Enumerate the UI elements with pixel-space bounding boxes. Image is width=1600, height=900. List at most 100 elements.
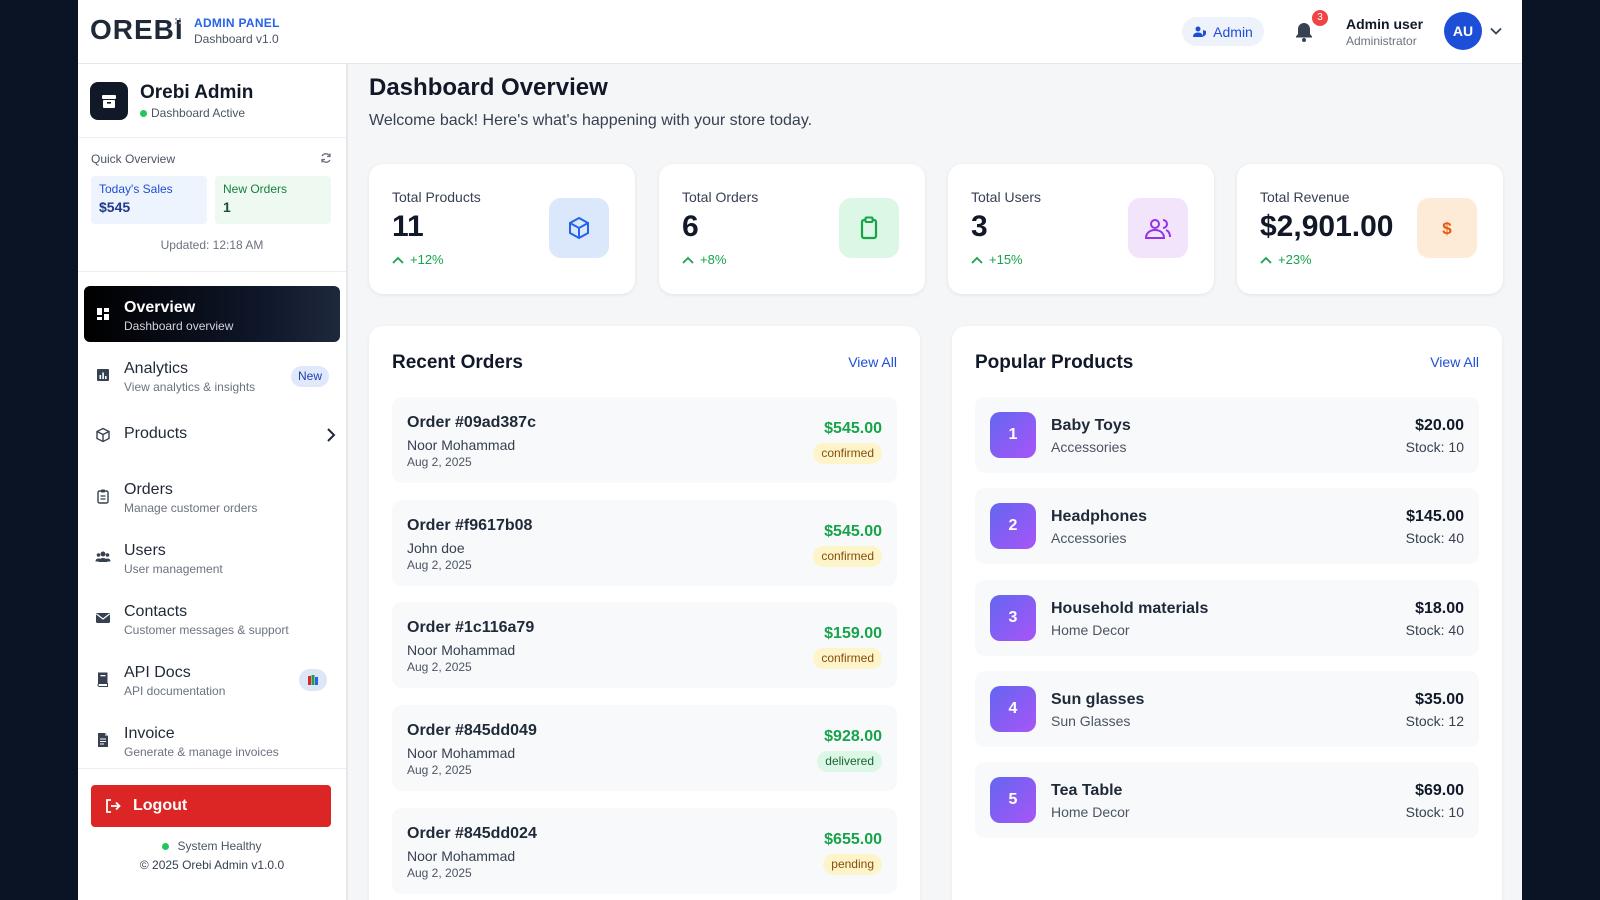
order-row[interactable]: Order #f9617b08 John doe Aug 2, 2025 $54…: [392, 500, 897, 586]
order-row[interactable]: Order #09ad387c Noor Mohammad Aug 2, 202…: [392, 397, 897, 483]
product-price: $145.00: [1406, 508, 1464, 525]
product-category: Accessories: [1051, 439, 1127, 455]
sidebar-item-orders[interactable]: Orders Manage customer orders: [84, 468, 340, 524]
sidebar-item-desc: Dashboard overview: [124, 319, 234, 333]
stat-label: Total Revenue: [1260, 189, 1350, 205]
logo-dots-icon: [175, 18, 183, 28]
stat-value: 11: [392, 210, 424, 243]
sidebar-item-users[interactable]: Users User management: [84, 529, 340, 585]
status-dot-icon: [140, 109, 147, 117]
sidebar: Orebi Admin Dashboard Active Quick Overv…: [78, 64, 348, 900]
sidebar-item-api-docs[interactable]: API Docs API documentation: [84, 651, 340, 707]
product-name: Household materials: [1051, 600, 1209, 617]
status-dot-icon: [162, 842, 170, 850]
stat-change-value: +12%: [410, 252, 444, 267]
product-rank: 5: [990, 777, 1036, 823]
user-role: Administrator: [1346, 34, 1417, 48]
clipboard-icon: [97, 489, 109, 504]
popular-products-title: Popular Products: [975, 352, 1134, 373]
stat-label: Total Products: [392, 189, 481, 205]
clipboard-icon: [839, 198, 899, 258]
product-category: Home Decor: [1051, 804, 1130, 820]
stat-card-users[interactable]: Total Users 3 +15%: [948, 164, 1214, 294]
bell-icon[interactable]: [1295, 22, 1313, 42]
sidebar-item-label: Analytics: [124, 360, 189, 377]
stat-value: $2,901.00: [1260, 210, 1394, 243]
box-icon: [96, 427, 110, 443]
chevron-up-icon: [682, 256, 694, 264]
notification-badge: 3: [1312, 10, 1328, 26]
order-row[interactable]: Order #845dd049 Noor Mohammad Aug 2, 202…: [392, 705, 897, 791]
stat-card-revenue[interactable]: Total Revenue $2,901.00 +23% $: [1237, 164, 1503, 294]
copyright: © 2025 Orebi Admin v1.0.0: [139, 858, 285, 872]
product-row[interactable]: 4 Sun glasses Sun Glasses $35.00 Stock: …: [975, 671, 1479, 747]
avatar[interactable]: AU: [1444, 12, 1482, 50]
admin-role-label: Admin: [1213, 23, 1253, 40]
sidebar-item-contacts[interactable]: Contacts Customer messages & support: [84, 590, 340, 646]
product-price: $35.00: [1415, 691, 1464, 708]
product-stock: Stock: 10: [1405, 439, 1464, 455]
new-orders-value: 1: [223, 199, 231, 215]
product-category: Home Decor: [1051, 622, 1130, 638]
todays-sales-label: Today's Sales: [99, 182, 173, 196]
top-header: OREBI ADMIN PANEL Dashboard v1.0 Admin 3…: [78, 0, 1522, 64]
order-amount: $545.00: [824, 420, 882, 437]
logout-button[interactable]: Logout: [91, 785, 331, 827]
logout-label: Logout: [133, 797, 188, 814]
product-rank: 2: [990, 503, 1036, 549]
chevron-up-icon: [392, 256, 404, 264]
sidebar-item-desc: API documentation: [124, 684, 226, 698]
book-icon: [97, 672, 108, 687]
product-stock: Stock: 12: [1405, 713, 1464, 729]
divider: [78, 137, 346, 138]
stat-change: +8%: [682, 252, 726, 267]
user-name: Admin user: [1346, 16, 1424, 32]
product-name: Headphones: [1051, 508, 1148, 525]
product-name: Tea Table: [1051, 782, 1123, 799]
stat-value: 6: [682, 210, 699, 243]
recent-orders-view-all-link[interactable]: View All: [848, 354, 897, 370]
product-name: Sun glasses: [1051, 691, 1145, 708]
product-row[interactable]: 2 Headphones Accessories $145.00 Stock: …: [975, 488, 1479, 564]
status-badge: confirmed: [813, 443, 882, 464]
order-amount: $545.00: [824, 523, 882, 540]
sidebar-item-invoice[interactable]: Invoice Generate & manage invoices: [84, 712, 340, 768]
popular-products-view-all-link[interactable]: View All: [1430, 354, 1479, 370]
users-icon: [95, 551, 111, 562]
panel-version: Dashboard v1.0: [194, 32, 279, 46]
chevron-down-icon[interactable]: [1490, 25, 1502, 37]
grid-icon: [97, 308, 109, 320]
orebi-logo[interactable]: OREBI: [90, 14, 184, 46]
sidebar-item-analytics[interactable]: Analytics View analytics & insights New: [84, 347, 340, 403]
product-stock: Stock: 10: [1405, 804, 1464, 820]
stat-card-products[interactable]: Total Products 11 +12%: [369, 164, 635, 294]
product-row[interactable]: 5 Tea Table Home Decor $69.00 Stock: 10: [975, 762, 1479, 838]
product-stock: Stock: 40: [1405, 530, 1464, 546]
store-icon: [90, 82, 128, 120]
product-row[interactable]: 1 Baby Toys Accessories $20.00 Stock: 10: [975, 397, 1479, 473]
brand-name: Orebi Admin: [140, 82, 254, 103]
sidebar-item-desc: Customer messages & support: [124, 623, 289, 637]
svg-text:$: $: [1442, 219, 1452, 238]
bar-chart-icon: [97, 369, 109, 381]
order-row[interactable]: Order #1c116a79 Noor Mohammad Aug 2, 202…: [392, 602, 897, 688]
popular-products-panel: Popular Products View All 1 Baby Toys Ac…: [952, 326, 1502, 900]
product-name: Baby Toys: [1051, 417, 1131, 434]
admin-role-button[interactable]: Admin: [1182, 17, 1264, 46]
product-rank: 4: [990, 686, 1036, 732]
sidebar-item-label: Invoice: [124, 725, 175, 742]
product-rank: 1: [990, 412, 1036, 458]
sidebar-item-desc: View analytics & insights: [124, 380, 256, 394]
order-row[interactable]: Order #845dd024 Noor Mohammad Aug 2, 202…: [392, 808, 897, 894]
stat-card-orders[interactable]: Total Orders 6 +8%: [659, 164, 925, 294]
sidebar-item-label: API Docs: [124, 664, 191, 681]
stat-label: Total Orders: [682, 189, 759, 205]
order-customer: Noor Mohammad: [407, 848, 516, 864]
product-rank: 3: [990, 595, 1036, 641]
refresh-icon[interactable]: [320, 152, 332, 164]
sidebar-item-overview[interactable]: Overview Dashboard overview: [84, 286, 340, 342]
product-row[interactable]: 3 Household materials Home Decor $18.00 …: [975, 580, 1479, 656]
sidebar-item-products[interactable]: Products: [84, 407, 340, 463]
status-badge: confirmed: [813, 546, 882, 567]
chevron-right-icon[interactable]: [324, 427, 338, 443]
